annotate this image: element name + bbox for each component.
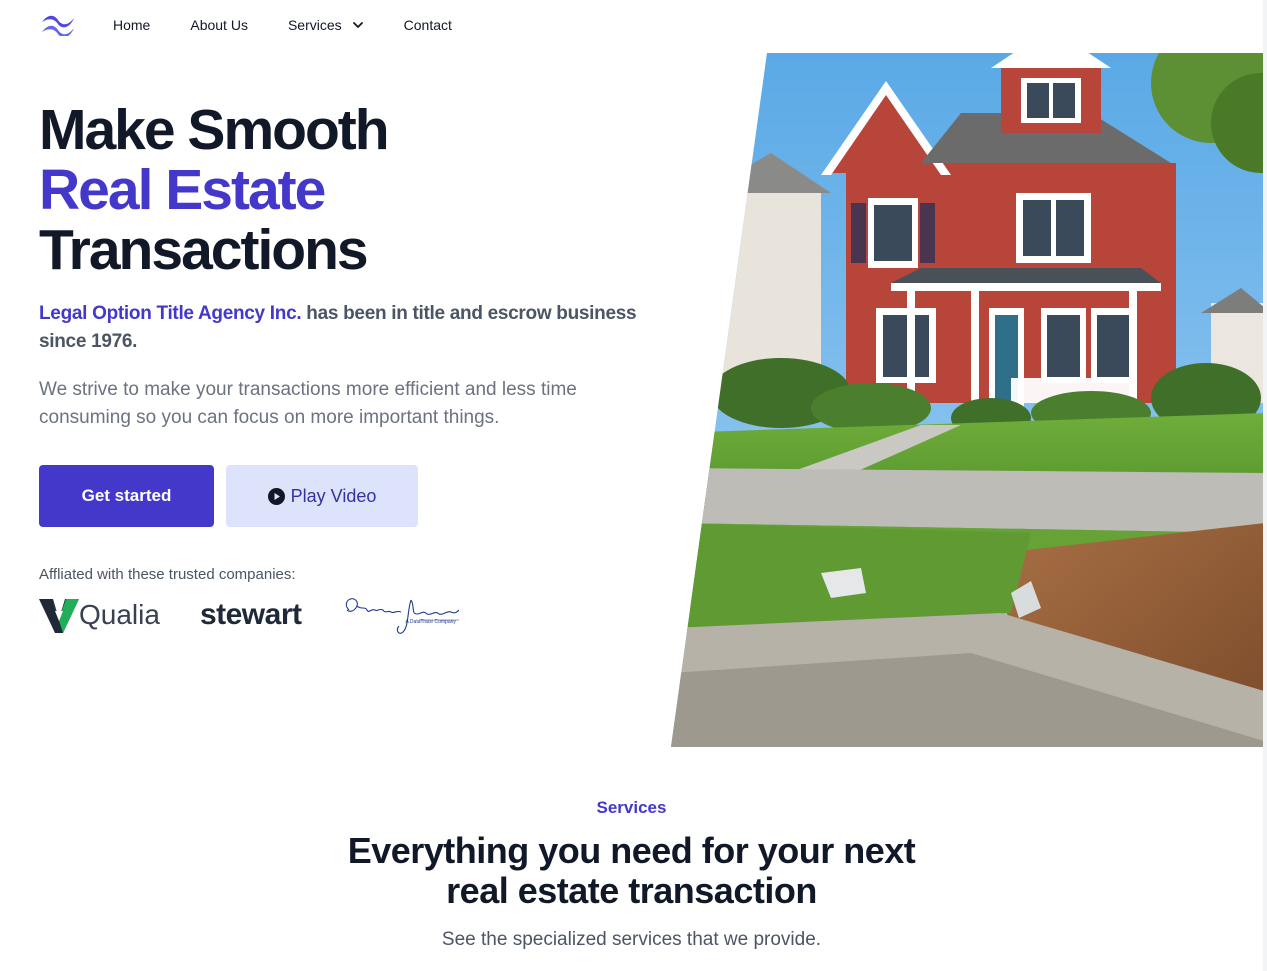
services-eyebrow: Services xyxy=(596,798,667,817)
services-subtitle: See the specialized services that we pro… xyxy=(441,929,822,950)
hero-title-line3: Transactions xyxy=(39,218,369,282)
hero-section: Make Smooth Real Estate Transactions Leg… xyxy=(39,100,639,432)
play-video-label: Play Video xyxy=(290,485,377,506)
company-name: Legal Option Title Agency Inc. xyxy=(39,303,302,324)
play-video-button[interactable]: Play Video xyxy=(226,465,418,527)
hero-subtext: We strive to make your transactions more… xyxy=(39,379,577,428)
get-started-button[interactable]: Get started xyxy=(39,465,214,527)
qualia-mark-icon xyxy=(39,599,79,633)
hero-title: Make Smooth Real Estate Transactions xyxy=(39,100,639,280)
nav-item-label: About Us xyxy=(190,17,248,33)
services-title-line2: real estate transaction xyxy=(446,870,817,911)
hero-title-line2: Real Estate xyxy=(39,158,326,222)
partner-logos: Qualia stewart A DataTrace Company xyxy=(39,592,461,638)
scrollbar-track[interactable] xyxy=(1263,0,1267,971)
services-title: Everything you need for your next real e… xyxy=(0,831,1263,911)
charles-jones-tagline: A DataTrace Company xyxy=(405,619,456,625)
nav-links: Home About Us Services Contact xyxy=(113,0,492,50)
nav-item-label: Services xyxy=(287,17,342,33)
qualia-logo: Qualia xyxy=(39,595,160,635)
stewart-logo: stewart xyxy=(199,598,302,631)
hero-lead: Legal Option Title Agency Inc. has been … xyxy=(39,300,639,356)
wave-logo-icon[interactable] xyxy=(40,14,76,36)
nav-item-home[interactable]: Home xyxy=(113,17,150,33)
chevron-down-icon xyxy=(352,22,363,28)
play-circle-icon xyxy=(267,487,285,505)
nav-item-about-us[interactable]: About Us xyxy=(190,17,248,33)
services-title-line1: Everything you need for your next xyxy=(347,830,916,871)
nav-item-label: Contact xyxy=(403,17,452,33)
hero-buttons: Get started Play Video xyxy=(39,465,418,527)
nav-item-services[interactable]: Services xyxy=(288,17,364,33)
affiliated-label: Affliated with these trusted companies: xyxy=(39,566,296,583)
nav-item-contact[interactable]: Contact xyxy=(404,17,452,33)
nav-item-label: Home xyxy=(113,17,151,33)
charles-jones-logo: A DataTrace Company xyxy=(339,592,461,638)
hero-title-line1: Make Smooth xyxy=(39,98,390,162)
charles-jones-signature xyxy=(346,598,460,634)
top-navigation: Home About Us Services Contact xyxy=(0,0,700,50)
qualia-wordmark: Qualia xyxy=(79,599,160,630)
house-hero-image xyxy=(671,53,1265,747)
